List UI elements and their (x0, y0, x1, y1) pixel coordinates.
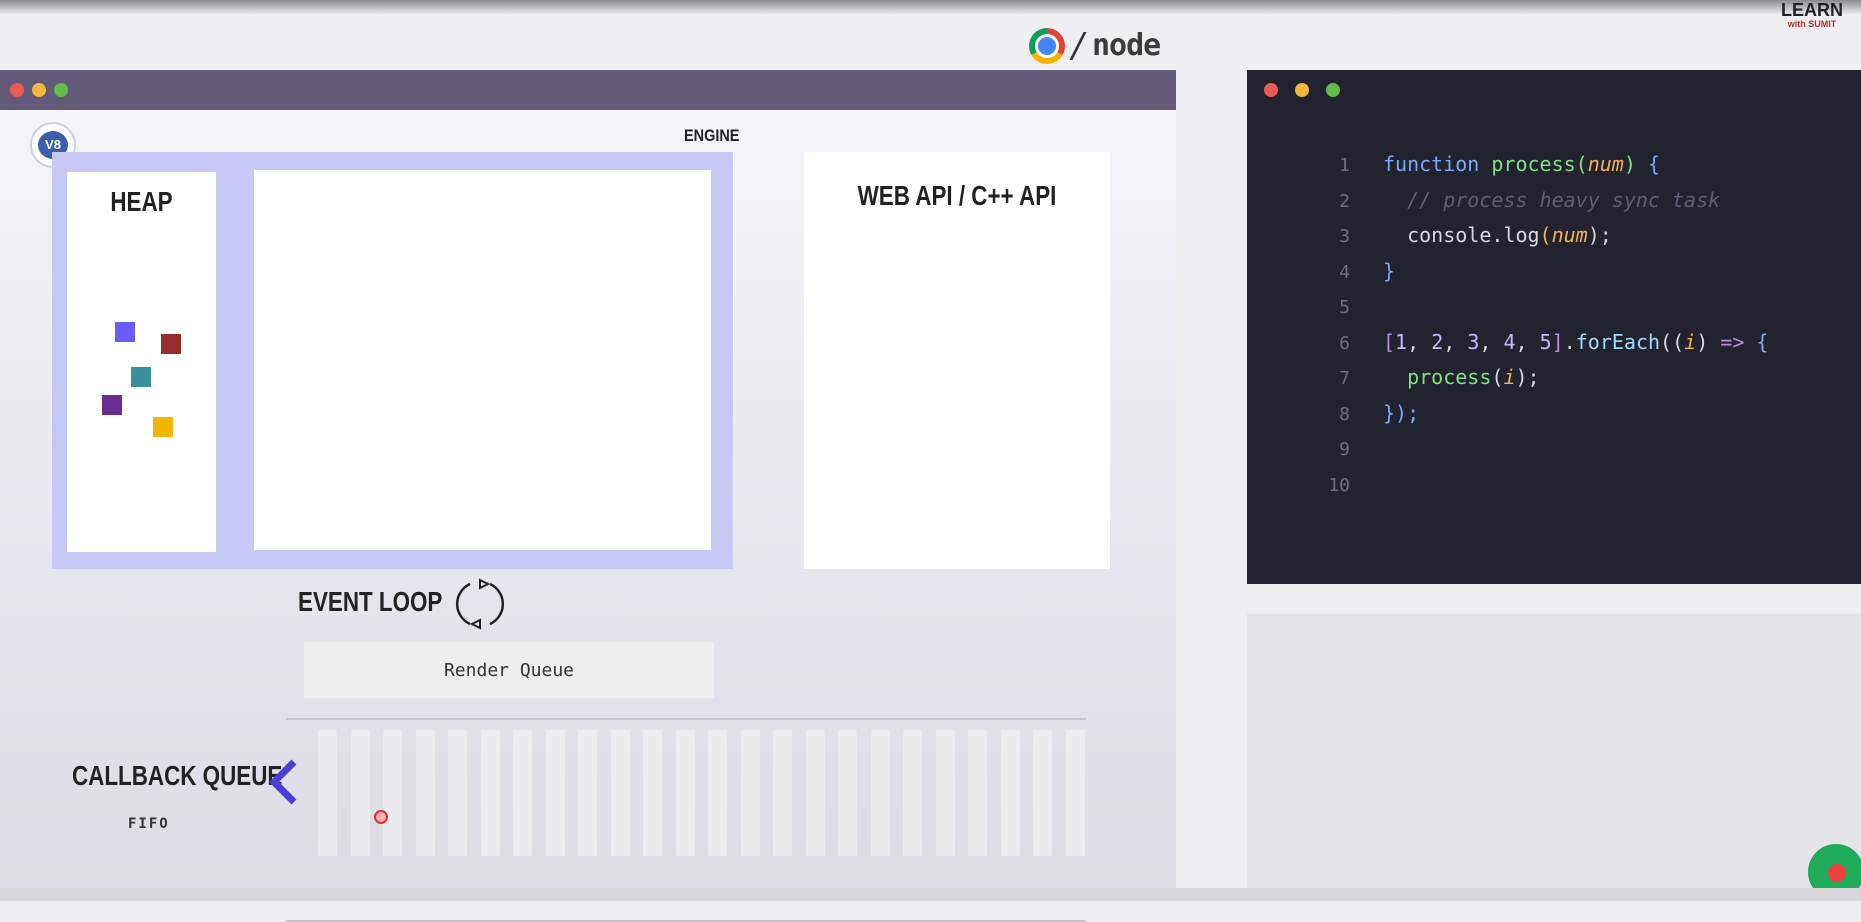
engine-label: ENGINE (684, 126, 740, 145)
callback-queue-slot (838, 730, 857, 856)
callback-queue-slot (968, 730, 987, 856)
line-number: 7 (1339, 368, 1350, 389)
queue-top-line (286, 718, 1086, 720)
chrome-icon (1029, 28, 1065, 64)
callback-queue-slot (1033, 730, 1052, 856)
web-api-label: WEB API / C++ API (857, 180, 1057, 211)
callback-queue-slot (935, 730, 955, 856)
call-stack-panel (254, 170, 711, 550)
event-loop-label: EVENT LOOP (298, 586, 443, 617)
code-line: 6 [1, 2, 3, 4, 5].forEach((i) => { (1247, 330, 1861, 366)
line-number: 9 (1339, 439, 1350, 460)
code-line: 5 (1247, 294, 1861, 330)
callback-queue-label: CALLBACK QUEUE (72, 760, 283, 791)
callback-queue-slot (643, 730, 662, 856)
code-line: 3 console.log(num); (1247, 223, 1861, 259)
code-line: 7 process(i); (1247, 365, 1861, 401)
code-line: 9 (1247, 436, 1861, 472)
code-line: 8}); (1247, 401, 1861, 437)
heap-object (131, 367, 151, 387)
runtime-visualizer-window: ENGINE HEAP WEB API / C++ API EVENT LOOP… (0, 70, 1176, 922)
heap-object (115, 322, 135, 342)
line-number: 3 (1339, 226, 1350, 247)
callback-queue-slot (740, 730, 760, 856)
window-titlebar (0, 70, 1176, 110)
line-number: 5 (1339, 297, 1350, 318)
line-number: 8 (1339, 403, 1350, 425)
callback-queue-slot (545, 730, 565, 856)
callback-queue-slot (903, 730, 922, 856)
callback-queue-slot (383, 730, 402, 856)
node-logo: node (1092, 28, 1161, 63)
heap-object (102, 395, 122, 415)
code-line: 4} (1247, 259, 1861, 295)
code-editor-window: 1 function process(num) { 2 // process he… (1247, 70, 1861, 584)
editor-maximize-button[interactable] (1326, 83, 1340, 97)
callback-queue-slot (1065, 730, 1085, 856)
callback-queue-slot (448, 730, 467, 856)
minimize-window-button[interactable] (32, 83, 46, 97)
editor-close-button[interactable] (1264, 83, 1278, 97)
runtime-separator: / (1072, 26, 1084, 66)
heap-panel: HEAP (67, 172, 216, 552)
brand-logo: LEARN with SUMIT (1770, 0, 1854, 48)
heap-object (153, 417, 173, 437)
code-area[interactable]: 1 function process(num) { 2 // process he… (1247, 152, 1861, 507)
callback-queue-slot (805, 730, 825, 856)
heap-object (161, 334, 181, 354)
mouse-cursor-indicator (374, 810, 388, 824)
heap-label: HEAP (110, 186, 173, 217)
line-number: 6 (1339, 332, 1350, 354)
callback-queue-slot (675, 730, 695, 856)
callback-queue-slot (480, 730, 500, 856)
runtime-logos: / node (1026, 26, 1166, 66)
callback-queue-slot (415, 730, 435, 856)
line-number: 1 (1339, 155, 1350, 176)
video-bottom-strip (0, 888, 1861, 901)
web-api-panel: WEB API / C++ API (804, 152, 1110, 569)
engine-container: HEAP (52, 152, 733, 569)
close-window-button[interactable] (10, 83, 24, 97)
callback-queue-slot (350, 730, 370, 856)
line-number: 10 (1328, 474, 1350, 496)
video-top-strip (0, 0, 1861, 14)
code-line: 1 function process(num) { (1247, 152, 1861, 188)
brand-line1: LEARN (1781, 0, 1843, 20)
code-line: 2 // process heavy sync task (1247, 188, 1861, 224)
console-output-panel (1247, 614, 1861, 888)
line-number: 4 (1339, 261, 1350, 283)
callback-queue-slot (318, 730, 337, 856)
callback-queue-slot (513, 730, 532, 856)
code-line: 10 (1247, 472, 1861, 508)
callback-queue-slot (708, 730, 727, 856)
loop-refresh-icon (455, 578, 505, 630)
line-number: 2 (1339, 190, 1350, 212)
editor-minimize-button[interactable] (1295, 83, 1309, 97)
fifo-label: FIFO (128, 816, 170, 832)
brand-line2: with SUMIT (1787, 19, 1837, 29)
callback-queue-slot (773, 730, 792, 856)
callback-queue-slot (1000, 730, 1020, 856)
callback-queue-slot (870, 730, 890, 856)
render-queue: Render Queue (304, 642, 714, 698)
callback-queue-slot (578, 730, 597, 856)
callback-queue-slot (610, 730, 630, 856)
maximize-window-button[interactable] (54, 83, 68, 97)
